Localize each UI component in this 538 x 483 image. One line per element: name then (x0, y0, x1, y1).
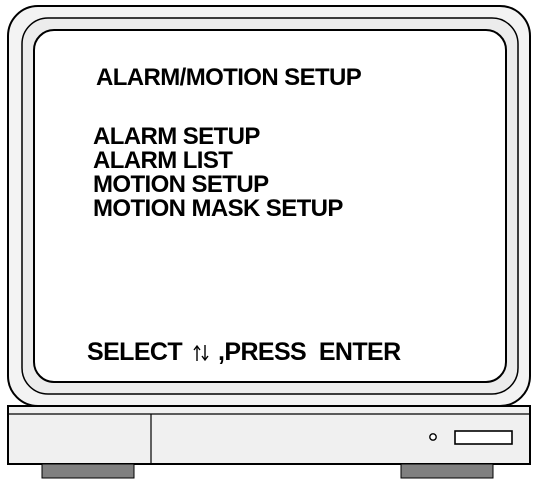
menu-item-alarm-setup[interactable]: ALARM SETUP (93, 125, 343, 149)
menu-item-motion-mask-setup[interactable]: MOTION MASK SETUP (93, 197, 343, 221)
power-led-icon (429, 433, 437, 441)
up-down-arrows-icon (190, 342, 212, 364)
menu-title: ALARM/MOTION SETUP (96, 64, 362, 91)
disc-slot (454, 430, 513, 445)
select-label: SELECT (87, 338, 183, 366)
menu-item-motion-setup[interactable]: MOTION SETUP (93, 173, 343, 197)
footer-hint: SELECT ,PRESS ENTER (87, 340, 401, 365)
monitor-base (7, 405, 531, 465)
press-enter-label: ,PRESS ENTER (218, 338, 401, 366)
menu-item-alarm-list[interactable]: ALARM LIST (93, 149, 343, 173)
right-foot (400, 463, 494, 479)
osd-menu-list: ALARM SETUP ALARM LIST MOTION SETUP MOTI… (93, 125, 343, 221)
left-foot (41, 463, 135, 479)
